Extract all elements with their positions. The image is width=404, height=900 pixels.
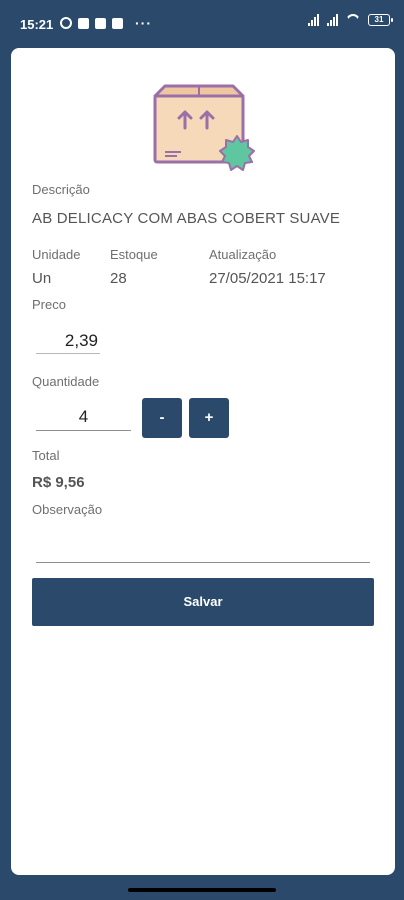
notes-input[interactable] [36, 538, 370, 563]
home-app-icon [95, 17, 106, 29]
stock-value: 28 [110, 270, 127, 287]
product-card: Descrição AB DELICACY COM ABAS COBERT SU… [11, 48, 395, 875]
save-button[interactable]: Salvar [32, 578, 374, 626]
notification-app-icon [78, 17, 89, 29]
notification-icons: ··· [60, 15, 152, 31]
home-app-icon-2 [112, 17, 123, 29]
notes-label: Observação [32, 502, 103, 517]
unit-value: Un [32, 270, 52, 287]
decrease-quantity-button[interactable]: - [142, 398, 182, 438]
battery-icon: 31 [368, 14, 393, 26]
quantity-input[interactable]: 4 [36, 403, 131, 431]
wifi-icon [346, 14, 360, 26]
status-bar: 15:21 ··· 31 [0, 0, 404, 48]
system-icons: 31 [308, 14, 393, 26]
status-time: 15:21 [20, 17, 54, 32]
package-box-icon [153, 84, 255, 171]
unit-label: Unidade [32, 247, 81, 262]
increase-quantity-button[interactable]: + [189, 398, 229, 438]
alarm-icon [60, 17, 72, 29]
updated-label: Atualização [209, 247, 277, 262]
description-label: Descrição [32, 182, 90, 197]
price-field[interactable]: 2,39 [36, 328, 100, 354]
home-indicator[interactable] [128, 888, 276, 892]
signal-icon [308, 14, 319, 26]
description-value: AB DELICACY COM ABAS COBERT SUAVE [32, 210, 341, 227]
total-label: Total [32, 448, 60, 463]
signal-icon-2 [327, 14, 338, 26]
price-label: Preco [32, 297, 66, 312]
more-notifications-icon: ··· [135, 15, 152, 31]
stock-label: Estoque [110, 247, 158, 262]
updated-value: 27/05/2021 15:17 [209, 270, 326, 287]
total-value: R$ 9,56 [32, 474, 85, 491]
quantity-label: Quantidade [32, 374, 100, 389]
